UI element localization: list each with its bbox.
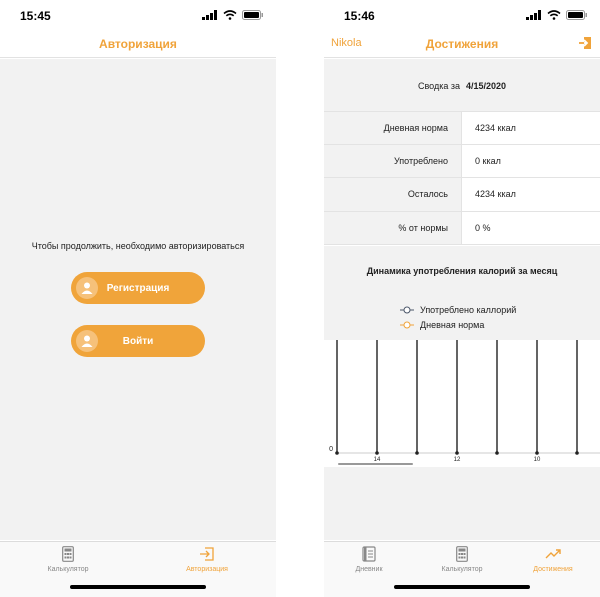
chart-legend: Употреблено каллорий Дневная норма — [400, 302, 516, 332]
calculator-icon — [456, 546, 468, 562]
stat-label: Осталось — [324, 178, 462, 211]
tab-diary[interactable]: Дневник — [324, 546, 414, 573]
home-indicator — [394, 585, 530, 589]
battery-icon — [242, 10, 263, 20]
tab-bar: Калькулятор Авторизация — [0, 541, 276, 597]
stat-label: % от нормы — [324, 211, 462, 244]
x-tick-label: 10 — [534, 457, 541, 463]
stat-value: 0 ккал — [462, 144, 600, 177]
status-time: 15:46 — [344, 9, 375, 23]
status-time: 15:45 — [20, 9, 51, 23]
y-tick-label: 0 — [329, 446, 333, 453]
calculator-icon — [62, 546, 74, 562]
logout-icon — [579, 37, 591, 49]
page-title: Авторизация — [99, 37, 177, 51]
chart-header: Динамика употребления калорий за месяц У… — [324, 246, 600, 340]
register-button[interactable]: Регистрация — [71, 272, 205, 304]
stats-table: Дневная норма 4234 ккал Употреблено 0 ккал… — [324, 111, 600, 245]
legend-item-norm: Дневная норма — [400, 317, 516, 332]
tab-label: Достижения — [533, 566, 573, 573]
stat-label: Употреблено — [324, 144, 462, 177]
status-bar: 15:46 — [324, 0, 600, 30]
home-indicator — [70, 585, 206, 589]
stat-label: Дневная норма — [324, 112, 462, 144]
signal-icon — [202, 10, 217, 20]
achievements-screen: 15:46 Nikola Достижения Сводка за 4/15/20… — [324, 0, 600, 597]
chart-title: Динамика употребления калорий за месяц — [366, 266, 558, 276]
tab-achievements[interactable]: Достижения — [508, 546, 598, 573]
status-icons — [526, 10, 588, 20]
consumed-point — [535, 451, 539, 455]
login-button[interactable]: Войти — [71, 325, 205, 357]
chart-area[interactable]: 0 14 12 10 — [324, 340, 600, 467]
chart-scrollbar — [338, 463, 413, 465]
stat-value: 4234 ккал — [462, 112, 600, 144]
auth-screen: 15:45 Авторизация Чтобы продолжить, необ… — [0, 0, 276, 597]
nav-bar: Nikola Достижения — [324, 30, 600, 58]
wifi-icon — [547, 10, 561, 20]
battery-icon — [566, 10, 587, 20]
signal-icon — [526, 10, 541, 20]
consumed-point — [415, 451, 419, 455]
login-icon — [200, 547, 214, 561]
status-icons — [202, 10, 264, 20]
tab-calculator[interactable]: Калькулятор — [23, 546, 113, 573]
table-row: Осталось 4234 ккал — [324, 178, 600, 212]
stat-value: 4234 ккал — [462, 178, 600, 211]
legend-marker — [400, 306, 414, 313]
consumed-point — [495, 451, 499, 455]
chart-footer — [324, 467, 600, 540]
consumed-point — [455, 451, 459, 455]
summary-date: 4/15/2020 — [465, 81, 507, 91]
legend-label: Употреблено каллорий — [420, 304, 517, 315]
tab-bar: Дневник Калькулятор Достижения — [324, 541, 600, 597]
x-tick-label: 12 — [454, 457, 461, 463]
tab-label: Авторизация — [186, 566, 228, 573]
summary-header: Сводка за 4/15/2020 — [324, 59, 600, 111]
stat-value: 0 % — [462, 211, 600, 244]
calorie-chart: 0 14 12 10 — [329, 340, 600, 465]
user-icon — [76, 277, 98, 299]
logout-button[interactable] — [578, 36, 592, 55]
wifi-icon — [223, 10, 237, 20]
register-label: Регистрация — [106, 282, 170, 294]
x-tick-label: 14 — [374, 457, 381, 463]
summary-label: Сводка за — [417, 81, 460, 91]
consumed-point — [335, 451, 339, 455]
page-title: Достижения — [425, 37, 499, 51]
tab-label: Дневник — [355, 566, 383, 573]
tab-auth[interactable]: Авторизация — [162, 546, 252, 573]
consumed-point — [375, 451, 379, 455]
table-row: Употреблено 0 ккал — [324, 144, 600, 178]
status-bar: 15:45 — [0, 0, 276, 30]
consumed-point — [575, 451, 579, 455]
tab-calculator[interactable]: Калькулятор — [417, 546, 507, 573]
nav-bar: Авторизация — [0, 30, 276, 58]
legend-marker — [400, 321, 414, 328]
tab-label: Калькулятор — [441, 566, 483, 573]
trending-up-icon — [545, 549, 561, 559]
legend-item-consumed: Употреблено каллорий — [400, 302, 516, 317]
diary-icon — [362, 546, 376, 562]
tab-label: Калькулятор — [47, 566, 89, 573]
table-row: % от нормы 0 % — [324, 211, 600, 245]
user-icon — [76, 330, 98, 352]
legend-label: Дневная норма — [420, 319, 485, 330]
table-row: Дневная норма 4234 ккал — [324, 111, 600, 145]
login-label: Войти — [122, 335, 154, 347]
auth-prompt: Чтобы продолжить, необходимо авторизиров… — [31, 241, 245, 251]
